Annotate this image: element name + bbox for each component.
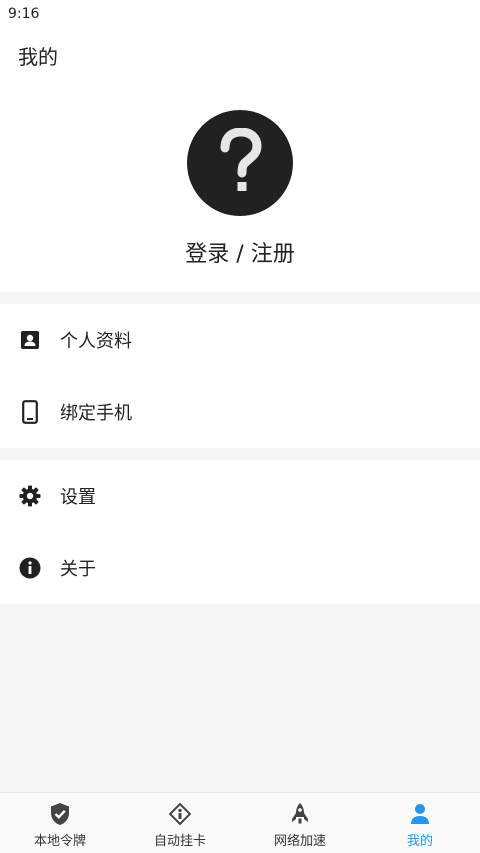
status-time: 9:16 [8, 6, 40, 22]
rocket-icon [288, 802, 312, 826]
menu-item-settings[interactable]: 设置 [0, 460, 480, 532]
question-mark-icon [220, 128, 262, 191]
page-title: 我的 [18, 45, 58, 69]
tab-label: 网络加速 [273, 834, 326, 849]
profile-section: 登录 / 注册 [0, 86, 480, 292]
diamond-card-icon [168, 802, 192, 826]
avatar[interactable] [187, 110, 293, 216]
tab-local-token[interactable]: 本地令牌 [0, 793, 120, 853]
menu-group-account: 个人资料 绑定手机 [0, 304, 480, 448]
menu-item-label: 关于 [60, 559, 96, 580]
page-header: 我的 [0, 28, 480, 86]
person-icon [408, 802, 432, 826]
menu-item-profile[interactable]: 个人资料 [0, 304, 480, 376]
gear-icon [19, 485, 41, 507]
menu-item-label: 设置 [60, 487, 96, 508]
tab-auto-card[interactable]: 自动挂卡 [120, 793, 240, 853]
section-divider [0, 448, 480, 460]
shield-check-icon [48, 802, 72, 826]
phone-icon [19, 400, 41, 424]
tab-network-accel[interactable]: 网络加速 [240, 793, 360, 853]
bottom-tab-bar: 本地令牌 自动挂卡 网络加速 我的 [0, 792, 480, 853]
menu-group-app: 设置 关于 [0, 460, 480, 604]
tab-mine[interactable]: 我的 [360, 793, 480, 853]
status-bar: 9:16 [0, 0, 480, 28]
menu-item-label: 个人资料 [60, 331, 132, 352]
contact-card-icon [19, 329, 41, 351]
tab-label: 我的 [406, 834, 433, 849]
menu-item-bind-phone[interactable]: 绑定手机 [0, 376, 480, 448]
section-divider [0, 292, 480, 304]
tab-label: 本地令牌 [33, 834, 86, 849]
tab-label: 自动挂卡 [153, 834, 206, 849]
menu-item-label: 绑定手机 [60, 403, 132, 424]
info-icon [19, 557, 41, 579]
login-register-link[interactable]: 登录 / 注册 [185, 236, 294, 268]
menu-item-about[interactable]: 关于 [0, 532, 480, 604]
